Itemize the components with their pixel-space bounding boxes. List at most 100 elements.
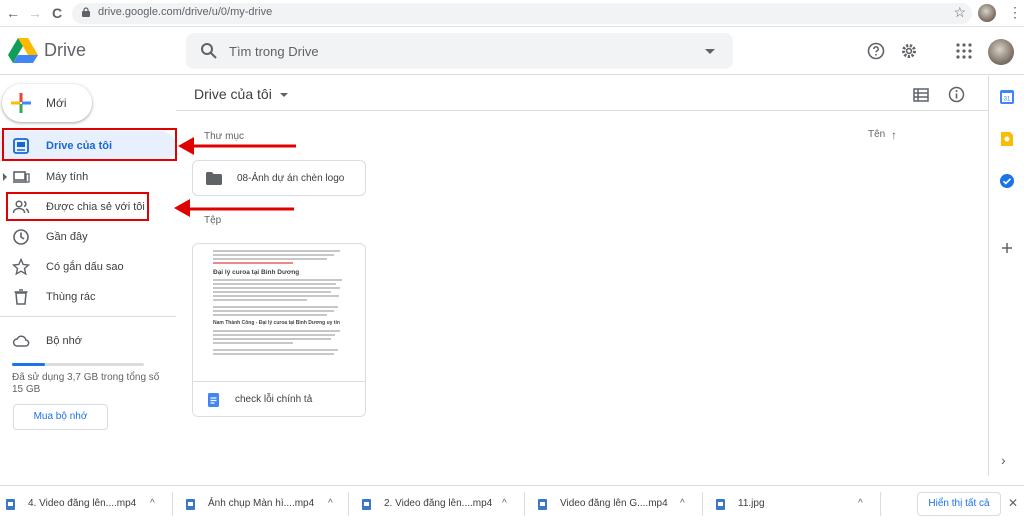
- google-docs-icon: [208, 393, 219, 407]
- download-item-label: 4. Video đăng lên....mp4: [28, 498, 137, 509]
- search-icon[interactable]: [200, 42, 218, 60]
- download-separator: [172, 492, 173, 516]
- svg-text:31: 31: [1004, 97, 1011, 103]
- downloads-bar: 4. Video đăng lên....mp4 ^ Ảnh chụp Màn …: [0, 485, 1024, 522]
- sidebar-item-recent[interactable]: Gần đây: [0, 222, 176, 252]
- video-file-icon: [6, 499, 15, 510]
- keep-icon[interactable]: [999, 131, 1015, 147]
- download-item-label: 11.jpg: [738, 498, 765, 509]
- download-item[interactable]: Video đăng lên G....mp4 ^: [532, 486, 702, 523]
- sidebar-item-label: Có gắn dấu sao: [46, 261, 124, 273]
- lock-icon: [82, 7, 90, 17]
- new-button-label: Mới: [46, 96, 67, 110]
- storage-progress-fill: [12, 363, 45, 366]
- info-icon[interactable]: [948, 86, 965, 103]
- download-item[interactable]: 2. Video đăng lên....mp4 ^: [356, 486, 526, 523]
- video-file-icon: [186, 499, 195, 510]
- download-item[interactable]: 11.jpg ^: [710, 486, 880, 523]
- trash-icon: [14, 289, 28, 305]
- reload-button[interactable]: C: [52, 4, 62, 22]
- chevron-up-icon[interactable]: ^: [150, 498, 155, 509]
- chevron-up-icon[interactable]: ^: [328, 498, 333, 509]
- download-separator: [702, 492, 703, 516]
- page-title-dropdown[interactable]: Drive của tôi: [194, 86, 288, 102]
- download-item-label: 2. Video đăng lên....mp4: [384, 498, 493, 509]
- file-card-footer: check lỗi chính tả: [193, 381, 365, 416]
- browser-toolbar: ← → C drive.google.com/drive/u/0/my-driv…: [0, 0, 1024, 27]
- sidebar-item-starred[interactable]: Có gắn dấu sao: [0, 252, 176, 282]
- sort-by-name-button[interactable]: Tên: [868, 129, 885, 140]
- sidebar-item-my-drive[interactable]: Drive của tôi: [0, 131, 176, 161]
- clock-icon: [13, 229, 29, 245]
- sidebar-item-label: Gần đây: [46, 231, 88, 243]
- plus-icon: [11, 93, 31, 113]
- file-card[interactable]: Đại lý curoa tại Bình Dương Nam Thành Cô…: [192, 243, 366, 417]
- buy-storage-button[interactable]: Mua bộ nhớ: [13, 404, 108, 430]
- chevron-up-icon[interactable]: ^: [680, 498, 685, 509]
- files-heading: Tệp: [204, 215, 222, 226]
- sidebar-item-shared-with-me[interactable]: Được chia sẻ với tôi: [0, 192, 176, 222]
- apps-grid-icon[interactable]: [955, 42, 973, 60]
- sidebar-item-label: Thùng rác: [46, 291, 96, 303]
- expand-arrow-icon[interactable]: [3, 173, 7, 181]
- sidebar-item-computers[interactable]: Máy tính: [0, 162, 176, 192]
- video-file-icon: [538, 499, 547, 510]
- side-panel: 31 ›: [988, 76, 1024, 476]
- storage-usage-text: Đã sử dụng 3,7 GB trong tổng số 15 GB: [12, 372, 160, 395]
- sidebar-item-trash[interactable]: Thùng rác: [0, 282, 176, 312]
- sidebar-item-label: Được chia sẻ với tôi: [46, 201, 145, 213]
- folder-card[interactable]: 08-Ảnh dự án chèn logo: [192, 160, 366, 196]
- sort-arrow-icon[interactable]: ↑: [891, 128, 897, 142]
- back-button[interactable]: ←: [6, 4, 20, 22]
- folders-heading: Thư mục: [204, 131, 245, 142]
- main-content: Drive của tôi Thư mục Tên ↑ 08-Ảnh dự án…: [176, 76, 988, 476]
- browser-profile-avatar[interactable]: [978, 4, 996, 22]
- calendar-icon[interactable]: 31: [999, 89, 1015, 105]
- computer-icon: [13, 171, 30, 183]
- list-view-icon[interactable]: [913, 88, 929, 102]
- folder-icon: [206, 172, 222, 185]
- download-item-label: Video đăng lên G....mp4: [560, 498, 668, 509]
- address-bar[interactable]: drive.google.com/drive/u/0/my-drive ☆: [72, 3, 972, 24]
- forward-button[interactable]: →: [28, 4, 42, 22]
- image-file-icon: [716, 499, 725, 510]
- tasks-icon[interactable]: [999, 173, 1015, 189]
- chevron-down-icon: [279, 93, 288, 98]
- browser-menu-icon[interactable]: ⋮: [1008, 4, 1022, 21]
- search-input[interactable]: Tìm trong Drive: [229, 44, 319, 59]
- star-icon: [12, 258, 30, 276]
- new-button[interactable]: Mới: [2, 84, 92, 122]
- file-name: check lỗi chính tả: [235, 394, 313, 405]
- storage-label: Bộ nhớ: [46, 335, 82, 347]
- expand-panel-chevron-icon[interactable]: ›: [1001, 452, 1006, 468]
- storage-progress-bar: [12, 363, 144, 366]
- download-separator: [880, 492, 881, 516]
- chevron-up-icon[interactable]: ^: [858, 498, 863, 509]
- download-separator: [348, 492, 349, 516]
- download-item-label: Ảnh chụp Màn hì....mp4: [208, 498, 315, 509]
- drive-header: Drive Tìm trong Drive: [0, 27, 1024, 75]
- download-item[interactable]: Ảnh chụp Màn hì....mp4 ^: [180, 486, 350, 523]
- help-icon[interactable]: [867, 42, 885, 60]
- drive-brand[interactable]: Drive: [44, 40, 86, 61]
- show-all-downloads-button[interactable]: Hiển thị tất cả: [917, 492, 1001, 516]
- download-item[interactable]: 4. Video đăng lên....mp4 ^: [0, 486, 170, 523]
- folder-name: 08-Ảnh dự án chèn logo: [237, 173, 345, 184]
- chevron-up-icon[interactable]: ^: [502, 498, 507, 509]
- sidebar-item-storage[interactable]: Bộ nhớ: [0, 326, 176, 356]
- main-divider: [176, 110, 988, 111]
- add-addon-plus-icon[interactable]: [999, 240, 1015, 256]
- bookmark-star-icon[interactable]: ☆: [953, 4, 966, 21]
- search-box[interactable]: Tìm trong Drive: [186, 33, 733, 69]
- url-text: drive.google.com/drive/u/0/my-drive: [98, 6, 273, 18]
- document-preview-thumbnail: Đại lý curoa tại Bình Dương Nam Thành Cô…: [193, 244, 365, 380]
- shared-icon: [12, 200, 30, 214]
- account-avatar[interactable]: [988, 39, 1014, 65]
- sidebar-item-label: Máy tính: [46, 171, 89, 183]
- drive-logo-icon[interactable]: [8, 37, 38, 63]
- page-title: Drive của tôi: [194, 86, 272, 102]
- sidebar-item-label: Drive của tôi: [46, 140, 113, 152]
- search-options-icon[interactable]: [705, 49, 715, 54]
- close-downloads-icon[interactable]: ✕: [1008, 496, 1018, 510]
- settings-gear-icon[interactable]: [900, 42, 918, 60]
